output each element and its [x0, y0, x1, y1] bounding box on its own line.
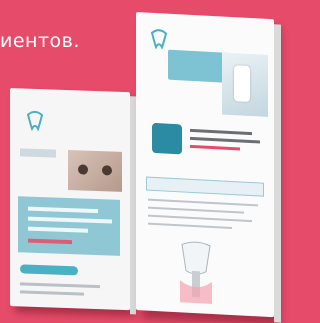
cover-badge-icon	[152, 122, 182, 155]
tooth-logo-icon	[26, 110, 44, 132]
booklet-cover-left	[10, 88, 130, 311]
cover-photo	[68, 150, 122, 192]
implant-illustration	[180, 241, 212, 304]
cover-tag	[20, 148, 56, 158]
heading-text: иентов.	[0, 30, 80, 52]
booklet-cover-right	[136, 12, 274, 318]
cover-photo	[222, 52, 268, 117]
cover-title-panel	[168, 49, 228, 83]
cover-pill	[20, 264, 78, 276]
cover-title-panel	[18, 196, 120, 256]
tooth-logo-icon	[150, 29, 168, 50]
cover-banner	[146, 176, 264, 197]
